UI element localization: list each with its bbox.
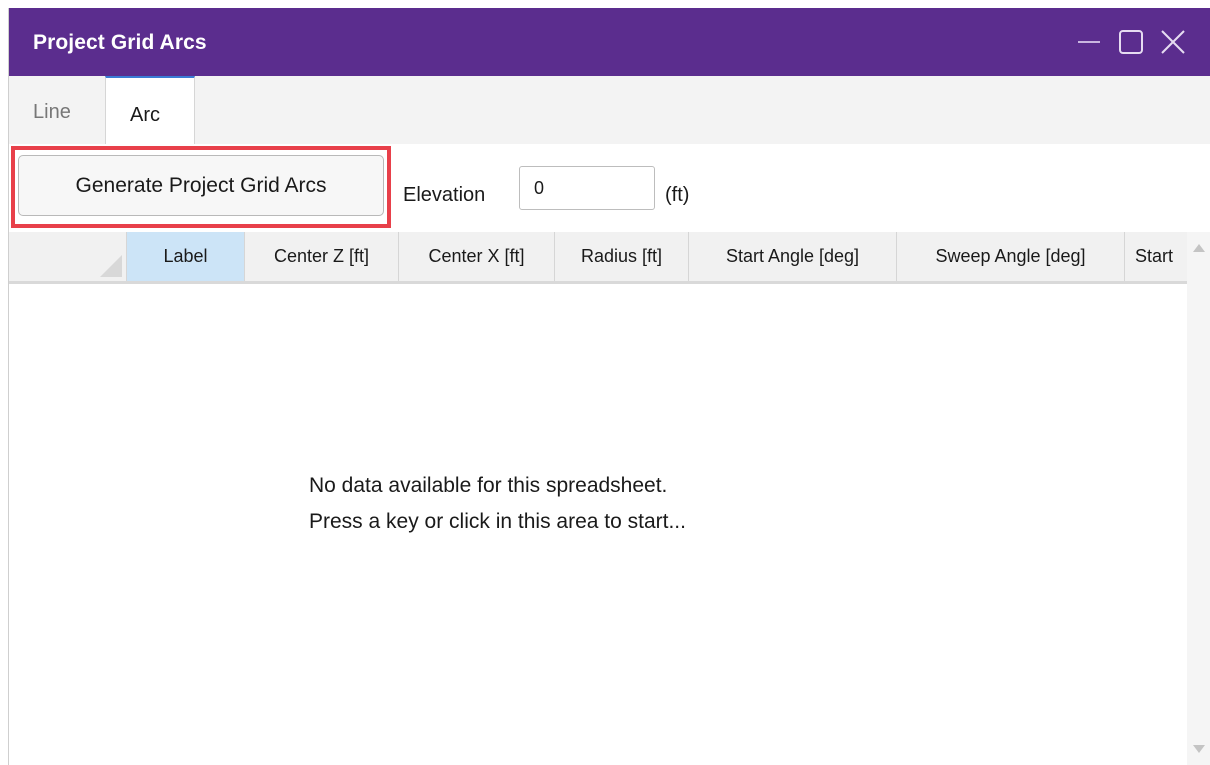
tab-line[interactable]: Line [9,76,103,144]
tab-arc[interactable]: Arc [105,76,195,144]
column-header-sweep-angle[interactable]: Sweep Angle [deg] [897,232,1125,281]
window-title: Project Grid Arcs [33,31,207,54]
project-grid-arcs-window: Project Grid Arcs Line Arc Generate Proj… [8,8,1210,765]
column-header-center-z[interactable]: Center Z [ft] [245,232,399,281]
column-header-radius[interactable]: Radius [ft] [555,232,689,281]
column-header-center-x[interactable]: Center X [ft] [399,232,555,281]
elevation-unit: (ft) [665,184,690,206]
generate-project-grid-arcs-button[interactable]: Generate Project Grid Arcs [18,155,384,216]
tab-line-label: Line [33,101,71,123]
empty-state-line-2: Press a key or click in this area to sta… [309,510,686,533]
tab-arc-label: Arc [130,104,160,126]
maximize-icon[interactable] [1115,26,1147,58]
elevation-input[interactable] [519,166,655,210]
column-header-start[interactable]: Start [1125,232,1187,281]
scroll-down-arrow-icon[interactable] [1193,745,1205,753]
elevation-label: Elevation [403,184,486,206]
minimize-icon[interactable] [1073,26,1105,58]
empty-state-line-1: No data available for this spreadsheet. [309,474,668,497]
tab-bar: Line Arc [9,76,1210,144]
empty-state-message[interactable]: No data available for this spreadsheet. … [309,468,686,540]
scroll-up-arrow-icon[interactable] [1193,244,1205,252]
vertical-scrollbar[interactable] [1187,232,1210,765]
title-bar[interactable]: Project Grid Arcs [9,8,1210,76]
column-header-label[interactable]: Label [127,232,245,281]
corner-triangle-icon [100,255,122,277]
select-all-corner[interactable] [9,232,127,281]
toolbar: Generate Project Grid Arcs Elevation (ft… [9,144,1210,232]
spreadsheet[interactable]: Label Center Z [ft] Center X [ft] Radius… [9,232,1210,765]
grid-header-row: Label Center Z [ft] Center X [ft] Radius… [9,232,1187,284]
close-icon[interactable] [1157,26,1189,58]
column-header-start-angle[interactable]: Start Angle [deg] [689,232,897,281]
